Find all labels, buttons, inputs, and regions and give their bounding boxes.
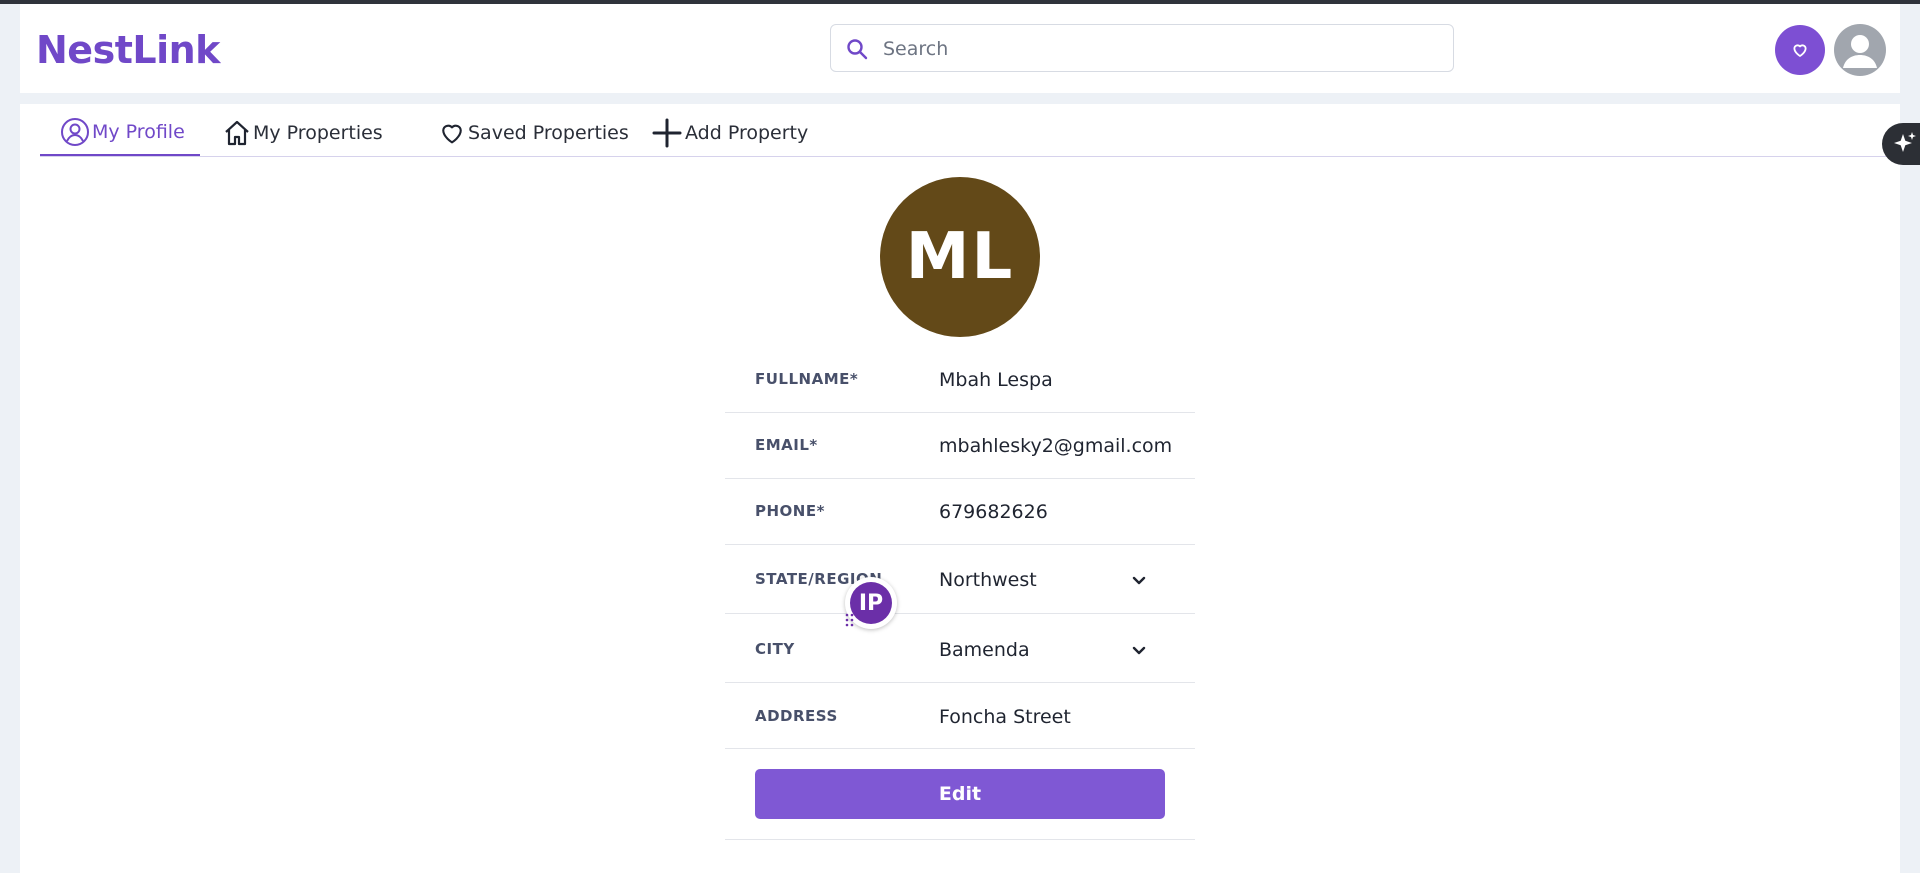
tab-label: My Properties (253, 122, 383, 144)
header: NestLink (20, 4, 1900, 93)
profile-avatar: ML (880, 177, 1040, 337)
field-label: EMAIL* (755, 436, 818, 454)
state-region-select[interactable]: Northwest (939, 569, 1037, 591)
chevron-down-icon[interactable] (1131, 642, 1147, 658)
user-circle-icon (61, 118, 89, 146)
tab-add-property[interactable]: Add Property (651, 110, 808, 156)
user-menu-button[interactable] (1834, 24, 1886, 76)
field-phone: PHONE* 679682626 (725, 478, 1195, 545)
ai-assistant-button[interactable] (1882, 123, 1920, 165)
search-input[interactable] (881, 33, 1445, 65)
field-fullname: FULLNAME* Mbah Lespa (725, 355, 1195, 413)
tab-label: My Profile (92, 121, 185, 143)
tab-my-properties[interactable]: My Properties (223, 110, 383, 156)
phone-value[interactable]: 679682626 (939, 501, 1048, 523)
field-city: CITY Bamenda (725, 613, 1195, 683)
field-label: FULLNAME* (755, 370, 859, 388)
profile-tabs: My Profile My Properties Saved Propertie… (40, 104, 1900, 157)
tab-label: Add Property (685, 122, 809, 144)
tab-saved-properties[interactable]: Saved Properties (438, 110, 629, 156)
home-icon (225, 120, 249, 146)
app-logo[interactable]: NestLink (36, 28, 220, 72)
divider (725, 839, 1195, 840)
chevron-down-icon[interactable] (1131, 572, 1147, 588)
heart-icon (1793, 44, 1807, 57)
tab-my-profile[interactable]: My Profile (40, 110, 200, 156)
search-icon (847, 39, 868, 60)
extension-logo-icon: IP (850, 582, 892, 624)
tab-label: Saved Properties (468, 122, 629, 144)
field-state-region: STATE/REGION Northwest (725, 544, 1195, 614)
email-value[interactable]: mbahlesky2@gmail.com (939, 435, 1172, 457)
field-label: CITY (755, 640, 795, 658)
sparkle-icon (1894, 132, 1916, 152)
heart-icon (442, 124, 462, 144)
address-value[interactable]: Foncha Street (939, 706, 1071, 728)
plus-icon (652, 118, 682, 148)
field-address: ADDRESS Foncha Street (725, 682, 1195, 749)
user-avatar-icon (1843, 35, 1877, 68)
favorites-button[interactable] (1775, 25, 1825, 75)
edit-button[interactable]: Edit (755, 769, 1165, 819)
drag-handle-icon[interactable] (845, 613, 855, 627)
field-label: ADDRESS (755, 707, 838, 725)
city-select[interactable]: Bamenda (939, 639, 1030, 661)
field-label: PHONE* (755, 502, 825, 520)
search-bar[interactable] (830, 24, 1454, 72)
fullname-value[interactable]: Mbah Lespa (939, 369, 1053, 391)
field-email: EMAIL* mbahlesky2@gmail.com (725, 412, 1195, 479)
